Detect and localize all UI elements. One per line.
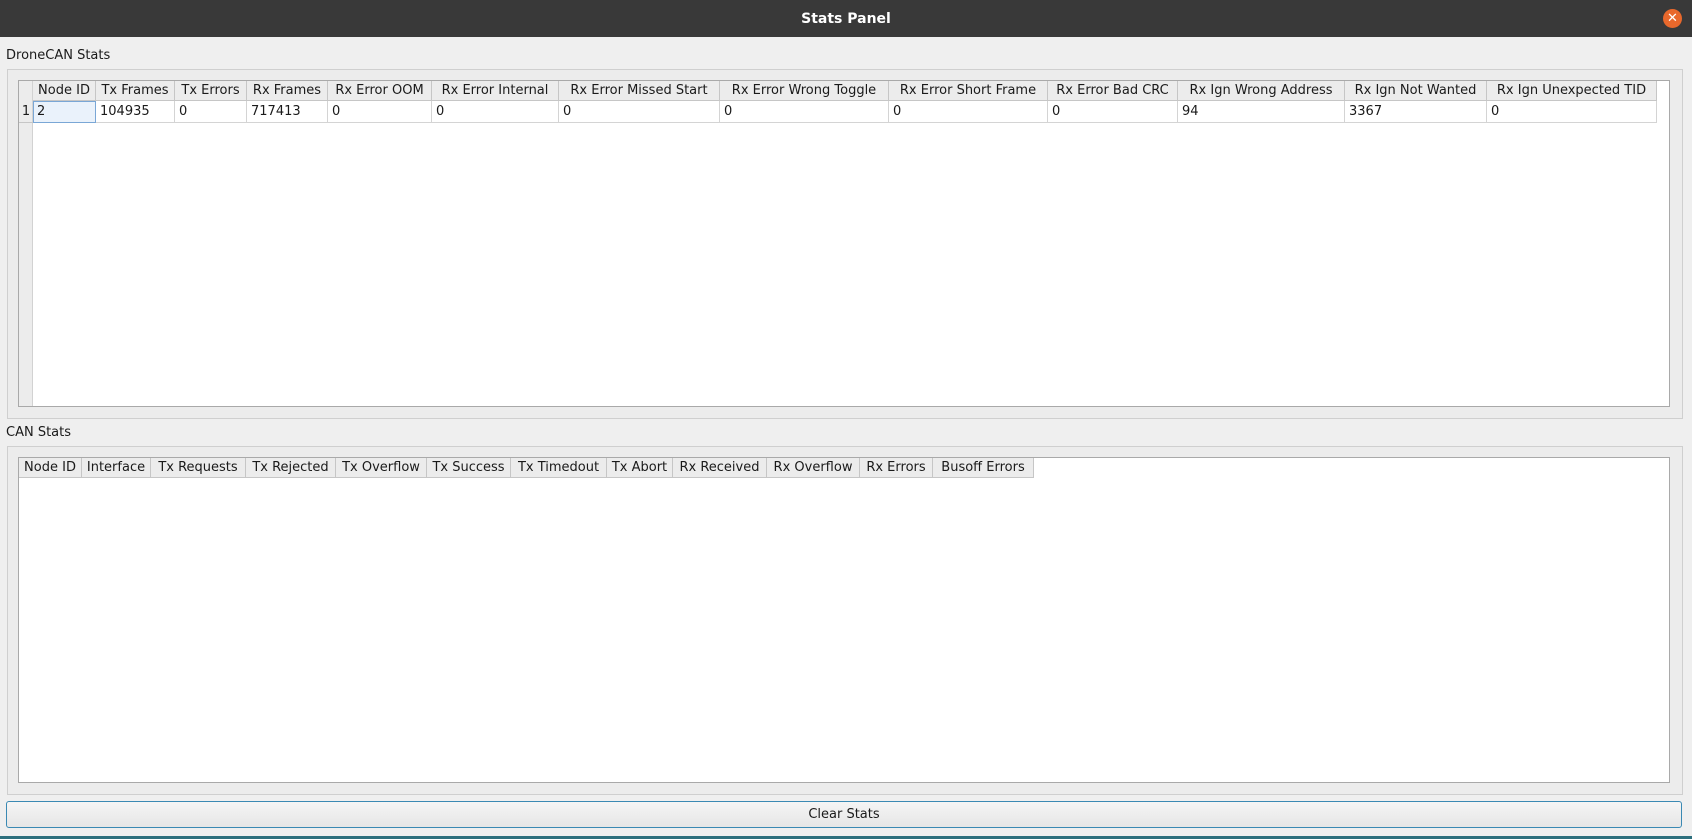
dronecan-stats-title: DroneCAN Stats: [6, 48, 111, 63]
column-header[interactable]: Tx Timedout: [511, 458, 607, 478]
column-header[interactable]: Tx Rejected: [246, 458, 336, 478]
dronecan-header-row: Node ID Tx Frames Tx Errors Rx Frames Rx…: [33, 81, 1657, 101]
column-header[interactable]: Tx Abort: [607, 458, 673, 478]
column-header[interactable]: Rx Errors: [860, 458, 933, 478]
table-cell[interactable]: 0: [559, 101, 720, 123]
table-cell[interactable]: 0: [175, 101, 247, 123]
column-header[interactable]: Tx Success: [427, 458, 511, 478]
table-cell[interactable]: 94: [1178, 101, 1345, 123]
table-row[interactable]: 2 104935 0 717413 0 0 0 0 0 0 94 3367 0: [33, 101, 1657, 123]
column-header[interactable]: Rx Ign Not Wanted: [1345, 81, 1487, 101]
title-bar: Stats Panel ✕: [0, 0, 1692, 37]
column-header[interactable]: Busoff Errors: [933, 458, 1034, 478]
can-stats-table[interactable]: Node ID Interface Tx Requests Tx Rejecte…: [18, 457, 1670, 783]
stats-panel-window: Stats Panel ✕ DroneCAN Stats 1 Node ID T…: [0, 0, 1692, 839]
dronecan-stats-table[interactable]: 1 Node ID Tx Frames Tx Errors Rx Frames …: [18, 80, 1670, 407]
column-header[interactable]: Rx Ign Unexpected TID: [1487, 81, 1657, 101]
column-header[interactable]: Rx Error Internal: [432, 81, 559, 101]
can-header-row: Node ID Interface Tx Requests Tx Rejecte…: [19, 458, 1034, 478]
table-cell[interactable]: 0: [720, 101, 889, 123]
column-header[interactable]: Node ID: [33, 81, 96, 101]
table-cell[interactable]: 104935: [96, 101, 175, 123]
table-cell[interactable]: 717413: [247, 101, 328, 123]
can-stats-title: CAN Stats: [6, 425, 72, 440]
window-title: Stats Panel: [801, 10, 891, 27]
column-header[interactable]: Rx Frames: [247, 81, 328, 101]
column-header[interactable]: Tx Errors: [175, 81, 247, 101]
column-header[interactable]: Rx Error Missed Start: [559, 81, 720, 101]
clear-stats-button[interactable]: Clear Stats: [6, 801, 1682, 828]
close-icon[interactable]: ✕: [1663, 9, 1682, 28]
column-header[interactable]: Tx Overflow: [336, 458, 427, 478]
table-cell[interactable]: 3367: [1345, 101, 1487, 123]
column-header[interactable]: Rx Error Bad CRC: [1048, 81, 1178, 101]
table-cell[interactable]: 0: [1048, 101, 1178, 123]
column-header[interactable]: Rx Overflow: [767, 458, 860, 478]
column-header[interactable]: Rx Ign Wrong Address: [1178, 81, 1345, 101]
table-cell[interactable]: 0: [432, 101, 559, 123]
column-header[interactable]: Rx Error Short Frame: [889, 81, 1048, 101]
column-header[interactable]: Rx Error Wrong Toggle: [720, 81, 889, 101]
column-header[interactable]: Rx Received: [673, 458, 767, 478]
column-header[interactable]: Tx Frames: [96, 81, 175, 101]
table-cell[interactable]: 0: [889, 101, 1048, 123]
column-header[interactable]: Tx Requests: [151, 458, 246, 478]
table-cell[interactable]: 0: [1487, 101, 1657, 123]
table-cell[interactable]: 2: [33, 101, 96, 123]
row-header[interactable]: 1: [19, 101, 33, 123]
table-cell[interactable]: 0: [328, 101, 432, 123]
column-header[interactable]: Rx Error OOM: [328, 81, 432, 101]
vertical-header: 1: [19, 81, 33, 406]
column-header[interactable]: Node ID: [19, 458, 82, 478]
column-header[interactable]: Interface: [82, 458, 151, 478]
